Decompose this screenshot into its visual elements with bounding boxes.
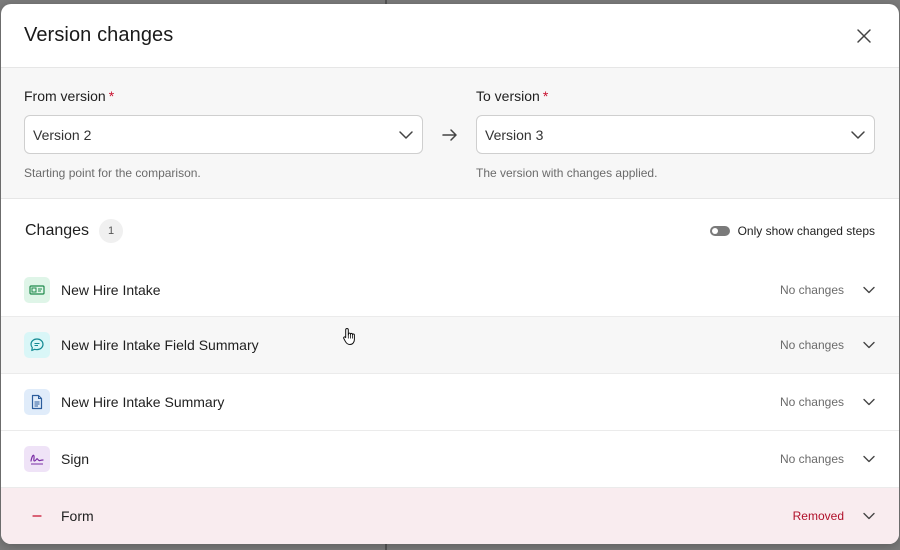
from-version-label: From version *	[24, 88, 423, 107]
dialog-header: Version changes	[1, 4, 899, 68]
hand-pointer-cursor-icon	[343, 328, 355, 345]
step-name: New Hire Intake Field Summary	[61, 337, 259, 353]
compare-arrow	[423, 115, 476, 154]
close-button[interactable]	[852, 24, 876, 48]
step-left: New Hire Intake Field Summary	[24, 332, 259, 358]
step-name: Form	[61, 508, 94, 524]
step-status: No changes	[779, 452, 844, 466]
version-selectors: From version * Version 2 Starting point f…	[1, 68, 899, 199]
step-right: No changes	[780, 338, 876, 352]
chevron-down-icon	[851, 130, 865, 139]
step-status: No changes	[779, 395, 844, 409]
step-left: Form	[24, 503, 94, 529]
signature-icon	[24, 446, 50, 472]
chevron-down-icon	[399, 130, 413, 139]
version-changes-dialog: Version changes From version * Version 2 …	[1, 4, 899, 544]
chevron-down-icon[interactable]	[862, 509, 876, 523]
toggle-knob	[711, 228, 718, 234]
step-row-new-hire-intake-summary[interactable]: New Hire Intake Summary No changes	[1, 373, 899, 430]
step-left: New Hire Intake	[24, 276, 161, 303]
id-card-icon	[24, 276, 50, 303]
step-status: No changes	[779, 282, 844, 297]
changes-title: Changes	[25, 222, 90, 239]
step-right: Removed	[793, 509, 876, 523]
from-version-field: From version * Version 2 Starting point f…	[24, 88, 423, 180]
step-row-sign[interactable]: Sign No changes	[1, 430, 899, 487]
to-version-label-text: To version	[476, 88, 540, 104]
step-status-removed: Removed	[792, 509, 844, 523]
to-version-hint: The version with changes applied.	[476, 166, 658, 180]
document-icon	[24, 389, 50, 415]
chevron-down-icon[interactable]	[862, 452, 876, 466]
from-version-select[interactable]: Version 2	[24, 115, 423, 154]
to-version-select[interactable]: Version 3	[476, 115, 875, 154]
step-left: Sign	[24, 446, 89, 472]
to-version-value: Version 3	[485, 126, 544, 143]
step-right: No changes	[780, 452, 876, 466]
dialog-title: Version changes	[24, 24, 174, 46]
step-right: No changes	[780, 283, 876, 297]
arrow-right-icon	[441, 128, 457, 141]
from-version-value: Version 2	[33, 126, 92, 143]
step-name: New Hire Intake	[61, 281, 161, 298]
step-row-new-hire-intake-field-summary[interactable]: New Hire Intake Field Summary No changes	[1, 316, 899, 373]
step-row-new-hire-intake[interactable]: New Hire Intake No changes	[1, 263, 899, 316]
toggle-switch[interactable]	[709, 226, 730, 236]
chat-bubble-icon	[24, 332, 50, 358]
step-row-form[interactable]: Form Removed	[1, 487, 899, 544]
required-marker: *	[542, 88, 549, 104]
step-status: No changes	[779, 338, 844, 352]
step-name: Sign	[61, 451, 90, 467]
minus-icon	[24, 503, 50, 529]
changes-count-badge: 1	[99, 219, 124, 243]
chevron-down-icon[interactable]	[862, 338, 876, 352]
step-left: New Hire Intake Summary	[24, 389, 224, 415]
only-changed-toggle[interactable]: Only show changed steps	[709, 224, 875, 238]
to-version-label: To version *	[476, 88, 875, 107]
steps-list: New Hire Intake No changes New Hire Inta…	[1, 263, 899, 544]
step-name: New Hire Intake Summary	[61, 394, 225, 410]
toggle-label: Only show changed steps	[737, 224, 875, 238]
from-version-hint: Starting point for the comparison.	[24, 166, 201, 180]
chevron-down-icon[interactable]	[862, 283, 876, 297]
from-version-label-text: From version	[24, 88, 106, 104]
changes-title-wrap: Changes 1	[25, 219, 124, 243]
close-icon	[857, 28, 871, 43]
to-version-field: To version * Version 3 The version with c…	[476, 88, 875, 180]
changes-header: Changes 1 Only show changed steps	[1, 199, 899, 263]
required-marker: *	[108, 88, 115, 104]
step-right: No changes	[780, 395, 876, 409]
chevron-down-icon[interactable]	[862, 395, 876, 409]
